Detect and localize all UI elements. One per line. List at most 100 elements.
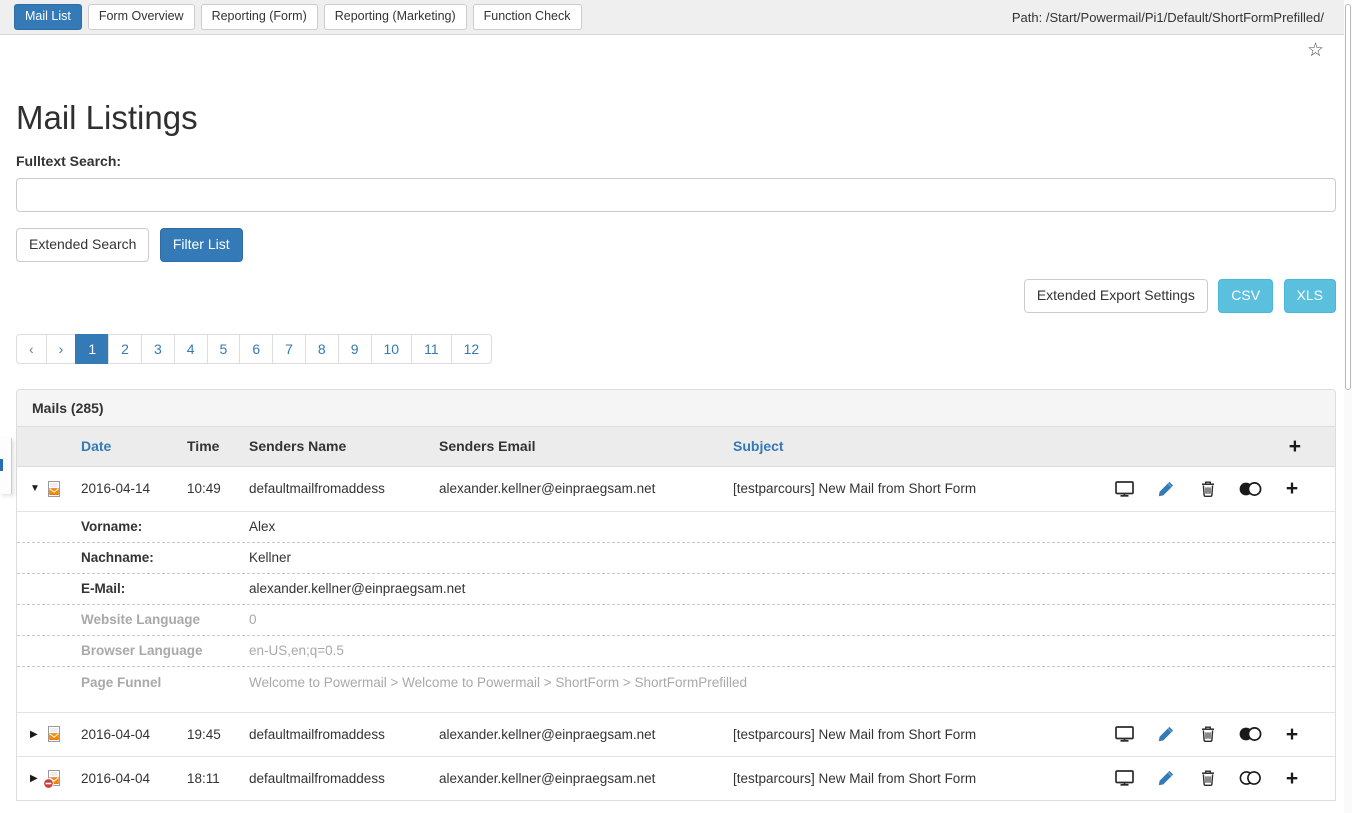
pagination-page: 12 [452, 334, 493, 364]
expand-arrow-icon[interactable]: ▼ [30, 483, 46, 494]
extended-export-settings-button[interactable]: Extended Export Settings [1024, 279, 1208, 313]
detail-label: E-Mail: [81, 581, 249, 596]
detail-label: Vorname: [81, 519, 249, 534]
pagination-page: 1 [76, 334, 109, 364]
delete-trash-icon[interactable] [1187, 768, 1229, 789]
pagination-prev: ‹ [16, 334, 47, 364]
left-edge-blue-tick [0, 459, 3, 471]
scrollbar-thumb[interactable] [1345, 4, 1351, 390]
mails-panel: Mails (285) Date Time Senders Name Sende… [16, 389, 1336, 801]
detail-row: E-Mail: alexander.kellner@einpraegsam.ne… [17, 574, 1335, 605]
row-handle: ▶ [17, 726, 81, 742]
left-edge-panel-fragment [0, 438, 12, 494]
cell-senders-email: alexander.kellner@einpraegsam.net [439, 481, 733, 496]
cell-date: 2016-04-04 [81, 727, 187, 742]
tab-form-overview[interactable]: Form Overview [88, 4, 195, 31]
pagination: ‹ › 123456789101112 [16, 334, 492, 364]
pagination-page: 2 [109, 334, 142, 364]
panel-title: Mails (285) [17, 390, 1335, 427]
pagination-page: 3 [142, 334, 175, 364]
cell-senders-name: defaultmailfromaddess [249, 771, 439, 786]
mail-record-icon[interactable] [46, 770, 62, 786]
cell-time: 18:11 [187, 771, 249, 786]
cell-date: 2016-04-04 [81, 771, 187, 786]
table-header-row: Date Time Senders Name Senders Email Sub… [17, 427, 1335, 467]
detail-label: Website Language [81, 612, 249, 627]
table-row: ▶ 2016-04-04 19:45 defaultmailfromaddess… [17, 712, 1335, 756]
edit-pencil-icon[interactable] [1145, 768, 1187, 789]
cell-subject: [testparcours] New Mail from Short Form [733, 771, 1095, 786]
export-csv-button[interactable]: CSV [1218, 279, 1273, 313]
detail-value: 0 [249, 612, 1335, 627]
pagination-page: 7 [273, 334, 306, 364]
cell-time: 19:45 [187, 727, 249, 742]
expand-arrow-icon[interactable]: ▶ [30, 729, 46, 740]
table-body: ▼ 2016-04-14 10:49 defaultmailfromaddess… [17, 467, 1335, 800]
visibility-toggle-icon[interactable] [1229, 768, 1271, 789]
row-actions: + [1095, 478, 1335, 499]
tab-reporting-form[interactable]: Reporting (Form) [201, 4, 318, 31]
preview-monitor-icon[interactable] [1103, 478, 1145, 499]
delete-trash-icon[interactable] [1187, 724, 1229, 745]
cell-senders-name: defaultmailfromaddess [249, 481, 439, 496]
column-header-date[interactable]: Date [81, 438, 187, 454]
add-answer-icon[interactable]: + [1271, 768, 1313, 789]
extended-search-button[interactable]: Extended Search [16, 228, 149, 262]
cell-senders-email: alexander.kellner@einpraegsam.net [439, 727, 733, 742]
module-body: Mail Listings Fulltext Search: Extended … [0, 99, 1352, 801]
pagination-page: 11 [412, 334, 452, 364]
hidden-record-badge [43, 778, 54, 789]
scrollbar [1344, 0, 1352, 813]
detail-row: Website Language 0 [17, 605, 1335, 636]
edit-pencil-icon[interactable] [1145, 478, 1187, 499]
add-column-icon[interactable]: + [1289, 435, 1301, 458]
cell-time: 10:49 [187, 481, 249, 496]
cell-date: 2016-04-14 [81, 481, 187, 496]
tab-reporting-marketing[interactable]: Reporting (Marketing) [324, 4, 467, 31]
bookmark-star-icon[interactable]: ☆ [1307, 41, 1324, 60]
column-header-subject[interactable]: Subject [733, 438, 1095, 454]
fulltext-search-input[interactable] [16, 178, 1336, 212]
pagination-page: 9 [339, 334, 372, 364]
detail-label: Page Funnel [81, 675, 249, 690]
filter-list-button[interactable]: Filter List [160, 228, 243, 262]
detail-row: Browser Language en-US,en;q=0.5 [17, 636, 1335, 667]
row-handle: ▼ [17, 481, 81, 497]
export-xls-button[interactable]: XLS [1284, 279, 1336, 313]
tab-function-check[interactable]: Function Check [473, 4, 582, 31]
header-add-cell: + [1095, 436, 1335, 457]
table-row: ▶ 2016-04-04 18:11 defaultmailfromaddess… [17, 756, 1335, 800]
column-header-senders-email: Senders Email [439, 438, 733, 454]
preview-monitor-icon[interactable] [1103, 768, 1145, 789]
add-answer-icon[interactable]: + [1271, 724, 1313, 745]
detail-row: Vorname: Alex [17, 512, 1335, 543]
page-title: Mail Listings [16, 99, 1336, 137]
delete-trash-icon[interactable] [1187, 478, 1229, 499]
detail-value: en-US,en;q=0.5 [249, 643, 1335, 658]
cell-subject: [testparcours] New Mail from Short Form [733, 481, 1095, 496]
detail-value: Alex [249, 519, 1335, 534]
column-header-time: Time [187, 438, 249, 454]
column-header-senders-name: Senders Name [249, 438, 439, 454]
export-buttons: Extended Export Settings CSV XLS [16, 279, 1336, 313]
row-actions: + [1095, 768, 1335, 789]
detail-value: Welcome to Powermail > Welcome to Powerm… [249, 675, 1335, 690]
detail-row: Nachname: Kellner [17, 543, 1335, 574]
edit-pencil-icon[interactable] [1145, 724, 1187, 745]
add-answer-icon[interactable]: + [1271, 478, 1313, 499]
row-actions: + [1095, 724, 1335, 745]
cell-subject: [testparcours] New Mail from Short Form [733, 727, 1095, 742]
detail-label: Nachname: [81, 550, 249, 565]
mail-record-icon[interactable] [46, 726, 62, 742]
pagination-next: › [47, 334, 77, 364]
preview-monitor-icon[interactable] [1103, 724, 1145, 745]
visibility-toggle-icon[interactable] [1229, 724, 1271, 745]
row-details: Vorname: Alex Nachname: Kellner E-Mail: … [17, 511, 1335, 698]
bookmark-row: ☆ [0, 35, 1352, 59]
pagination-page: 10 [372, 334, 413, 364]
visibility-toggle-icon[interactable] [1229, 478, 1271, 499]
detail-label: Browser Language [81, 643, 249, 658]
pagination-page: 8 [306, 334, 339, 364]
mail-record-icon[interactable] [46, 481, 62, 497]
tab-mail-list[interactable]: Mail List [14, 4, 82, 31]
